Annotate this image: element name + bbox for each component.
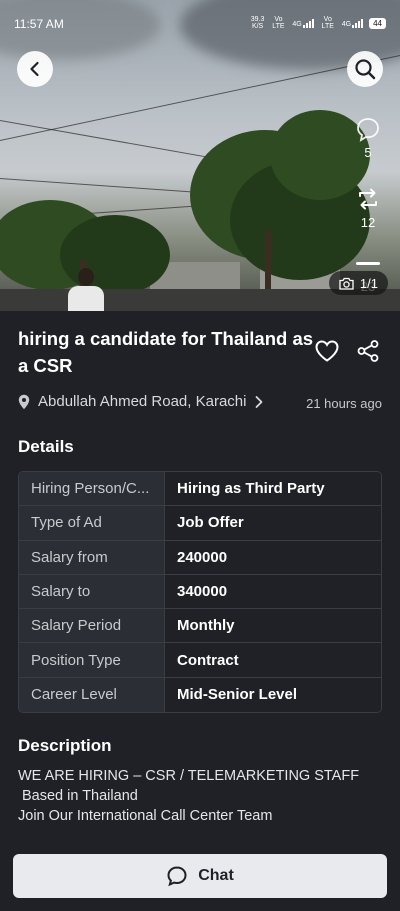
chat-button-label: Chat — [198, 867, 234, 884]
sim1-label: Vo LTE — [272, 16, 285, 30]
signal-icon — [302, 18, 314, 28]
description-body: WE ARE HIRING – CSR / TELEMARKETING STAF… — [18, 766, 382, 826]
search-icon — [355, 59, 376, 80]
comments-stat[interactable]: 5 — [352, 116, 384, 160]
location-link[interactable]: Abdullah Ahmed Road, Karachi — [18, 393, 264, 410]
details-label: Salary to — [19, 574, 165, 609]
back-button[interactable] — [17, 51, 53, 87]
shares-stat[interactable]: 12 — [352, 186, 384, 230]
details-row: Salary to 340000 — [19, 574, 381, 610]
details-row: Career Level Mid-Senior Level — [19, 677, 381, 713]
chat-bubble-icon — [167, 866, 187, 887]
details-heading: Details — [18, 437, 74, 456]
listing-title: hiring a candidate for Thailand as a CSR — [18, 328, 314, 376]
comment-icon — [357, 118, 379, 142]
signal-icon — [352, 18, 364, 28]
details-value: Hiring as Third Party — [165, 472, 381, 506]
network-speed: 39.3 K/S — [250, 16, 265, 30]
details-label: Type of Ad — [19, 506, 165, 540]
search-button[interactable] — [347, 51, 383, 87]
details-value: Job Offer — [165, 506, 381, 540]
details-value: 340000 — [165, 574, 381, 609]
chat-button[interactable]: Chat — [13, 854, 387, 898]
details-label: Position Type — [19, 643, 165, 677]
camera-icon — [339, 277, 354, 290]
details-row: Hiring Person/C... Hiring as Third Party — [19, 472, 381, 507]
details-row: Salary Period Monthly — [19, 609, 381, 644]
details-table: Hiring Person/C... Hiring as Third Party… — [18, 471, 382, 714]
details-value: 240000 — [165, 540, 381, 574]
status-time: 11:57 AM — [14, 17, 64, 31]
image-counter: 1/1 — [328, 271, 388, 295]
details-value: Monthly — [165, 609, 381, 643]
status-bar: 11:57 AM 39.3 K/S Vo LTE 4G Vo LTE 4G 44 — [0, 0, 400, 48]
location-pin-icon — [18, 394, 30, 409]
location-text: Abdullah Ahmed Road, Karachi — [38, 393, 247, 410]
description-heading: Description — [18, 736, 112, 755]
description-line: Based in Thailand — [22, 788, 138, 804]
shares-count: 12 — [360, 215, 376, 230]
repost-icon — [359, 188, 377, 210]
description-line: WE ARE HIRING – CSR / TELEMARKETING STAF… — [18, 768, 360, 784]
sim2-label: Vo LTE — [321, 16, 334, 30]
sim1-network: 4G — [292, 18, 314, 28]
description-line: Join Our International Call Center Team — [18, 808, 273, 824]
chevron-left-icon — [30, 61, 39, 77]
posted-time: 21 hours ago — [306, 396, 382, 411]
details-row: Salary from 240000 — [19, 540, 381, 575]
share-button[interactable] — [356, 339, 380, 368]
favorite-button[interactable] — [314, 339, 340, 368]
bottom-action-bar: Chat — [0, 841, 400, 911]
sim2-network: 4G — [342, 18, 364, 28]
person-in-photo — [66, 268, 106, 311]
details-label: Salary Period — [19, 609, 165, 643]
details-label: Salary from — [19, 540, 165, 574]
details-label: Hiring Person/C... — [19, 472, 165, 506]
details-row: Type of Ad Job Offer — [19, 506, 381, 541]
share-icon — [357, 340, 379, 362]
chevron-right-icon — [256, 395, 263, 408]
details-row: Position Type Contract — [19, 643, 381, 678]
battery-icon: 44 — [369, 17, 386, 29]
details-value: Contract — [165, 643, 381, 677]
details-label: Career Level — [19, 677, 165, 713]
details-value: Mid-Senior Level — [165, 677, 381, 713]
heart-icon — [315, 340, 339, 362]
comments-count: 5 — [364, 145, 372, 160]
